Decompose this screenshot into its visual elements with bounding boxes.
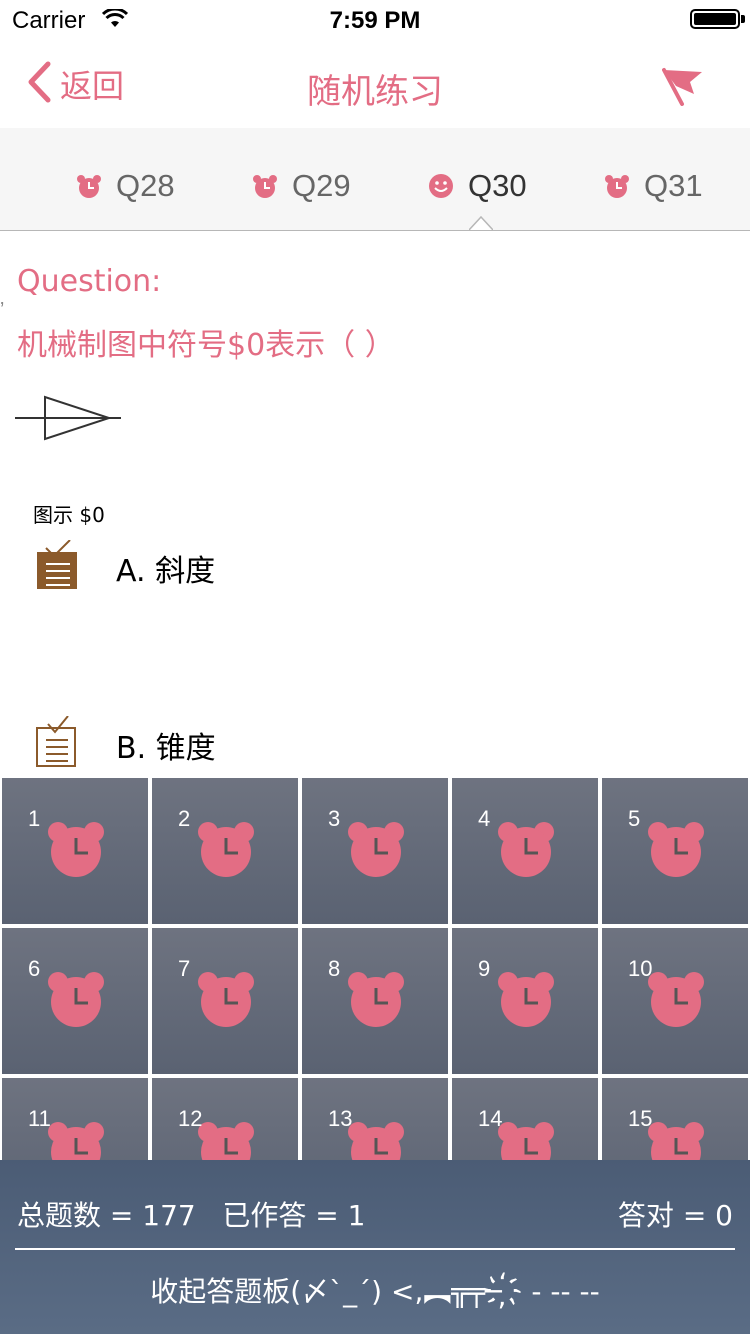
- question-figure: [15, 389, 121, 452]
- answer-cell[interactable]: 3: [302, 778, 448, 924]
- alarm-clock-icon: [252, 173, 278, 199]
- page-title: 随机练习: [307, 72, 443, 112]
- smiley-icon: [428, 173, 454, 199]
- question-label: Question:: [17, 264, 162, 299]
- option-b[interactable]: B. 锥度: [36, 715, 216, 773]
- question-text: 机械制图中符号$0表示（ ）: [17, 328, 395, 363]
- cell-number: 5: [628, 806, 641, 831]
- cell-number: 6: [28, 956, 41, 981]
- battery-tip: [741, 15, 745, 23]
- cell-number: 9: [478, 956, 491, 981]
- answer-stats: 总题数 = 177 已作答 = 1: [17, 1199, 366, 1232]
- alarm-clock-icon: [496, 820, 556, 883]
- clock-time: 7:59 PM: [329, 7, 421, 34]
- option-text: A. 斜度: [116, 553, 216, 589]
- cell-number: 1: [28, 806, 41, 831]
- cell-number: 15: [628, 1106, 653, 1131]
- cell-number: 13: [328, 1106, 353, 1131]
- cell-number: 14: [478, 1106, 503, 1131]
- alarm-clock-icon: [46, 820, 106, 883]
- cell-number: 3: [328, 806, 341, 831]
- option-text: B. 锥度: [116, 730, 216, 766]
- answer-cell[interactable]: 9: [452, 928, 598, 1074]
- cell-number: 2: [178, 806, 191, 831]
- answer-board: 1 2 3 4 5 6 7 8 9 10 11 12 13 14 15 总题数 = 177 已作答 = 1 …: [0, 776, 750, 1334]
- cell-number: 8: [328, 956, 341, 981]
- answer-summary: 总题数 = 177 已作答 = 1 答对 = 0 收起答题板(〆`_´) <,︻…: [0, 1160, 750, 1334]
- alarm-clock-icon: [496, 970, 556, 1033]
- status-bar: Carrier 7:59 PM: [0, 0, 750, 40]
- checklist-outline-icon: [36, 715, 78, 773]
- correct-count: 答对 = 0: [617, 1199, 733, 1232]
- active-tab-indicator: [469, 215, 493, 231]
- checklist-filled-icon: [36, 539, 78, 595]
- navigation-bar: 返回 随机练习: [0, 40, 750, 128]
- option-a[interactable]: A. 斜度: [36, 539, 216, 595]
- answer-cell[interactable]: 6: [2, 928, 148, 1074]
- tab-label: Q31: [644, 168, 703, 203]
- tab-label: Q29: [292, 168, 351, 203]
- tab-q31[interactable]: Q31: [604, 166, 703, 206]
- answer-cell[interactable]: 8: [302, 928, 448, 1074]
- cell-number: 11: [28, 1106, 51, 1131]
- answer-cell[interactable]: 10: [602, 928, 748, 1074]
- battery-icon: [690, 9, 740, 29]
- divider: [15, 1248, 735, 1250]
- tab-q29[interactable]: Q29: [252, 166, 351, 206]
- answer-cell[interactable]: 5: [602, 778, 748, 924]
- alarm-clock-icon: [196, 820, 256, 883]
- alarm-clock-icon: [76, 173, 102, 199]
- tab-edge-mark: ʼ: [0, 300, 5, 322]
- figure-caption: 图示 $0: [33, 503, 105, 527]
- answer-cell[interactable]: 7: [152, 928, 298, 1074]
- cell-number: 4: [478, 806, 491, 831]
- tab-q30[interactable]: Q30: [428, 166, 527, 206]
- flag-button[interactable]: [662, 66, 706, 111]
- alarm-clock-icon: [46, 970, 106, 1033]
- alarm-clock-icon: [346, 970, 406, 1033]
- alarm-clock-icon: [196, 970, 256, 1033]
- tab-label: Q28: [116, 168, 175, 203]
- alarm-clock-icon: [346, 820, 406, 883]
- cell-number: 7: [178, 956, 191, 981]
- alarm-clock-icon: [646, 820, 706, 883]
- alarm-clock-icon: [604, 173, 630, 199]
- flag-icon: [662, 68, 702, 106]
- answer-cell[interactable]: 1: [2, 778, 148, 924]
- tab-label: Q30: [468, 168, 527, 203]
- answer-cell[interactable]: 2: [152, 778, 298, 924]
- collapse-board-button[interactable]: 收起答题板(〆`_´) <,︻╦╤─ ҉ - -- --: [0, 1270, 750, 1310]
- answer-cell[interactable]: 4: [452, 778, 598, 924]
- cell-number: 10: [628, 956, 653, 981]
- cell-number: 12: [178, 1106, 203, 1131]
- alarm-clock-icon: [646, 970, 706, 1033]
- tab-q28[interactable]: Q28: [76, 166, 175, 206]
- question-tab-bar: ʼ Q28 Q29 Q30 Q31: [0, 128, 750, 322]
